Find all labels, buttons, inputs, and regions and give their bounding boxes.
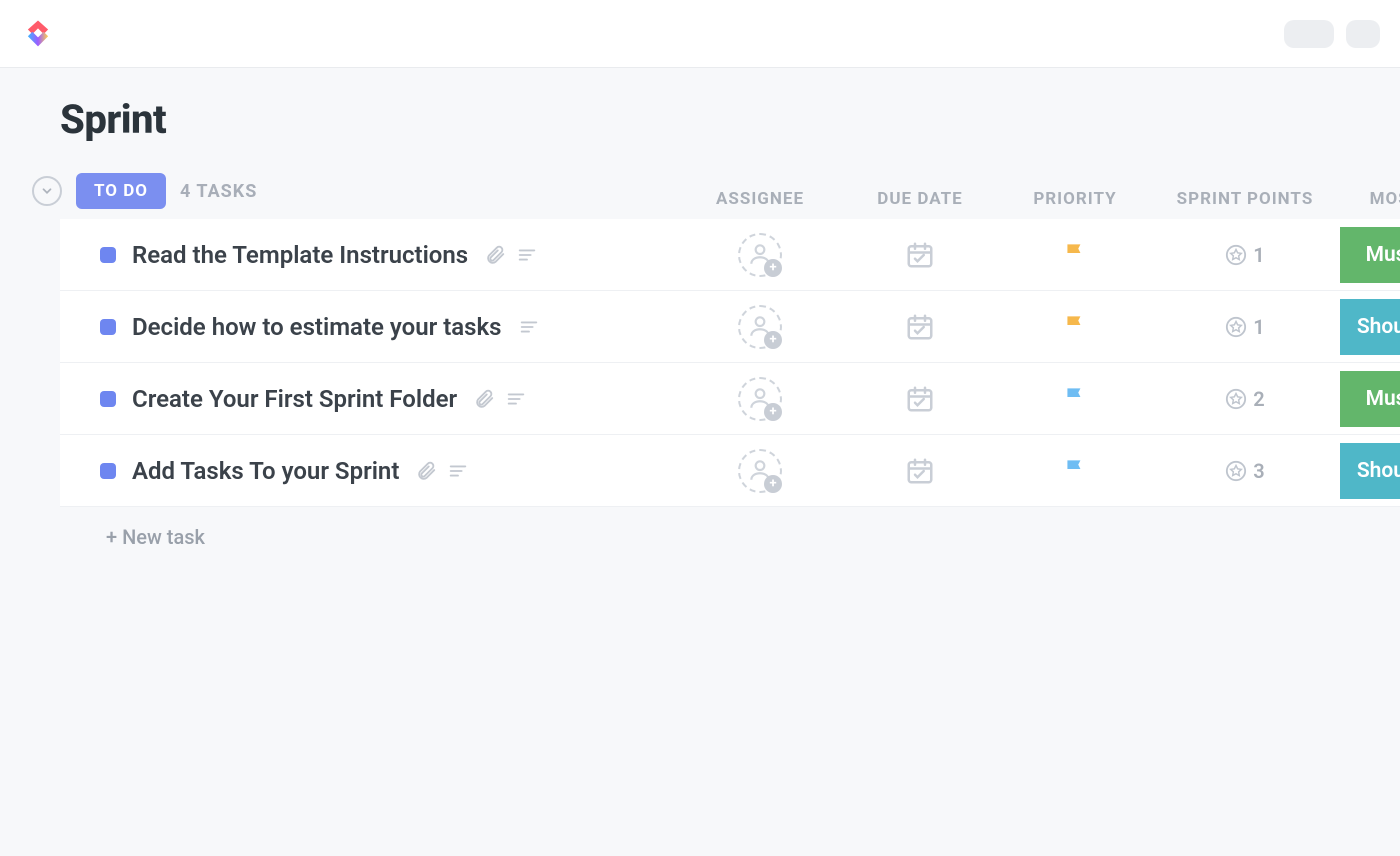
star-points-icon [1225, 388, 1247, 410]
sprint-points-cell[interactable]: 2 [1150, 387, 1340, 411]
priority-cell[interactable] [1000, 456, 1150, 486]
description-icon [505, 388, 527, 410]
group-header: TO DO 4 TASKS ASSIGNEE DUE DATE PRIORITY… [60, 173, 1400, 209]
attachment-icon [415, 460, 437, 482]
plus-icon: + [764, 259, 782, 277]
priority-cell[interactable] [1000, 240, 1150, 270]
points-value: 3 [1253, 459, 1264, 483]
task-title[interactable]: Read the Template Instructions [132, 241, 468, 269]
topbar-button-a[interactable] [1284, 20, 1334, 48]
star-points-icon [1225, 460, 1247, 482]
moscow-chip: Must Have [1340, 371, 1400, 427]
description-indicator[interactable] [516, 244, 538, 266]
sprint-points-cell[interactable]: 1 [1150, 243, 1340, 267]
description-indicator[interactable] [518, 316, 540, 338]
points-value: 1 [1253, 243, 1264, 267]
flag-icon [1062, 384, 1088, 410]
plus-icon: + [764, 331, 782, 349]
add-assignee[interactable]: + [738, 233, 782, 277]
task-row[interactable]: Add Tasks To your Sprint + 3 Should Ha [60, 435, 1400, 507]
moscow-chip: Must Have [1340, 227, 1400, 283]
due-date-cell[interactable] [840, 240, 1000, 270]
add-assignee[interactable]: + [738, 305, 782, 349]
calendar-icon [905, 312, 935, 342]
attachment-indicator[interactable] [415, 460, 437, 482]
attachment-icon [484, 244, 506, 266]
moscow-chip: Should Have [1340, 299, 1400, 355]
column-header-points[interactable]: SPRINT POINTS [1150, 189, 1340, 209]
due-date-cell[interactable] [840, 312, 1000, 342]
task-row[interactable]: Decide how to estimate your tasks + 1 [60, 291, 1400, 363]
plus-icon: + [764, 475, 782, 493]
page-title: Sprint [60, 96, 1400, 143]
new-task-button[interactable]: + New task [60, 507, 1400, 549]
assignee-cell[interactable]: + [680, 305, 840, 349]
due-date-cell[interactable] [840, 456, 1000, 486]
app-logo[interactable] [20, 16, 56, 52]
flag-icon [1062, 312, 1088, 338]
moscow-cell[interactable]: Should Have [1340, 443, 1400, 499]
status-dot[interactable] [100, 463, 116, 479]
calendar-icon [905, 384, 935, 414]
assignee-cell[interactable]: + [680, 377, 840, 421]
task-list: Read the Template Instructions + 1 Mus [60, 219, 1400, 507]
task-title[interactable]: Decide how to estimate your tasks [132, 313, 502, 341]
priority-flag [1062, 384, 1088, 414]
star-points-icon [1225, 244, 1247, 266]
assignee-cell[interactable]: + [680, 449, 840, 493]
plus-icon: + [764, 403, 782, 421]
calendar-icon [905, 456, 935, 486]
sprint-points-cell[interactable]: 1 [1150, 315, 1340, 339]
chevron-down-icon [40, 184, 54, 198]
sprint-points-cell[interactable]: 3 [1150, 459, 1340, 483]
add-assignee[interactable]: + [738, 449, 782, 493]
column-header-moscow[interactable]: MOSCOW [1340, 189, 1400, 209]
task-title[interactable]: Add Tasks To your Sprint [132, 457, 399, 485]
moscow-cell[interactable]: Must Have [1340, 227, 1400, 283]
topbar-button-b[interactable] [1346, 20, 1380, 48]
task-row[interactable]: Read the Template Instructions + 1 Mus [60, 219, 1400, 291]
description-indicator[interactable] [447, 460, 469, 482]
status-dot[interactable] [100, 319, 116, 335]
task-title[interactable]: Create Your First Sprint Folder [132, 385, 457, 413]
attachment-indicator[interactable] [484, 244, 506, 266]
description-icon [516, 244, 538, 266]
priority-flag [1062, 312, 1088, 342]
flag-icon [1062, 456, 1088, 482]
topbar [0, 0, 1400, 68]
calendar-icon [905, 240, 935, 270]
main-content: Sprint TO DO 4 TASKS ASSIGNEE DUE DATE P… [0, 68, 1400, 549]
description-icon [447, 460, 469, 482]
column-header-priority[interactable]: PRIORITY [1000, 189, 1150, 209]
attachment-icon [473, 388, 495, 410]
status-chip[interactable]: TO DO [76, 173, 166, 209]
collapse-toggle[interactable] [32, 176, 62, 206]
priority-flag [1062, 240, 1088, 270]
priority-cell[interactable] [1000, 312, 1150, 342]
task-count: 4 TASKS [180, 181, 257, 202]
points-value: 1 [1253, 315, 1264, 339]
status-dot[interactable] [100, 247, 116, 263]
topbar-actions [1284, 20, 1380, 48]
assignee-cell[interactable]: + [680, 233, 840, 277]
column-header-due[interactable]: DUE DATE [840, 189, 1000, 209]
flag-icon [1062, 240, 1088, 266]
column-header-assignee[interactable]: ASSIGNEE [680, 189, 840, 209]
moscow-cell[interactable]: Must Have [1340, 371, 1400, 427]
status-dot[interactable] [100, 391, 116, 407]
add-assignee[interactable]: + [738, 377, 782, 421]
points-value: 2 [1253, 387, 1264, 411]
description-icon [518, 316, 540, 338]
moscow-cell[interactable]: Should Have [1340, 299, 1400, 355]
star-points-icon [1225, 316, 1247, 338]
description-indicator[interactable] [505, 388, 527, 410]
due-date-cell[interactable] [840, 384, 1000, 414]
task-row[interactable]: Create Your First Sprint Folder + 2 Mu [60, 363, 1400, 435]
priority-flag [1062, 456, 1088, 486]
moscow-chip: Should Have [1340, 443, 1400, 499]
attachment-indicator[interactable] [473, 388, 495, 410]
priority-cell[interactable] [1000, 384, 1150, 414]
